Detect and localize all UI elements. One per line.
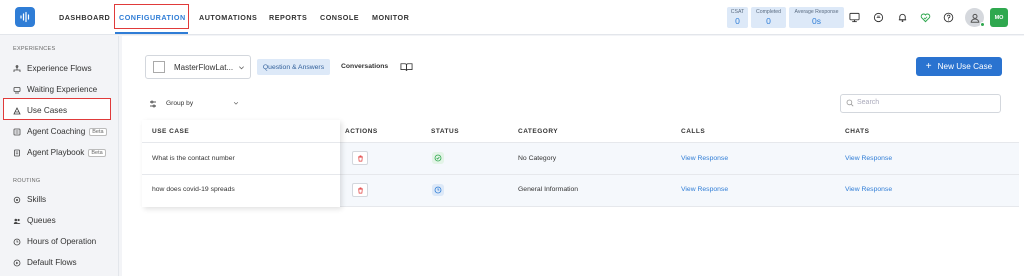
filter-sliders-icon: [150, 100, 156, 108]
new-use-case-button[interactable]: + New Use Case: [916, 57, 1002, 76]
stat-average-response: Average Response 0s: [789, 7, 844, 28]
stat-label: Completed: [755, 9, 782, 15]
skills-icon: [13, 196, 21, 203]
sidebar-item-label: Use Cases: [27, 106, 68, 115]
stat-label: Average Response: [794, 9, 839, 15]
trash-icon: [357, 155, 363, 161]
column-header-use-case[interactable]: USE CASE: [152, 128, 189, 135]
status-scheduled-badge: [432, 184, 444, 196]
table-row-use-case[interactable]: how does covid-19 spreads: [152, 186, 235, 193]
stat-label: CSAT: [730, 9, 745, 15]
sidebar-item-default-flows[interactable]: Default Flows: [13, 258, 77, 267]
nav-reports[interactable]: REPORTS: [269, 13, 307, 22]
trash-icon: [357, 187, 363, 193]
sidebar-item-agent-playbook[interactable]: Agent Playbook Beta: [13, 148, 106, 157]
waveform-icon: [20, 11, 30, 23]
queues-icon: [13, 218, 21, 224]
waiting-icon: [13, 86, 21, 93]
chevron-down-icon: [233, 102, 239, 105]
table-divider: [142, 142, 340, 143]
tab-question-answers[interactable]: Question & Answers: [257, 59, 330, 75]
flow-select-value: MasterFlowLat...: [174, 62, 234, 72]
sidebar-item-label: Agent Playbook: [27, 148, 85, 157]
table-row-category: No Category: [518, 155, 557, 162]
chevron-down-icon: [239, 66, 244, 70]
chats-view-response-link[interactable]: View Response: [845, 155, 892, 162]
flow-image-placeholder: [153, 61, 165, 73]
heart-shield-icon[interactable]: [920, 12, 931, 23]
table-divider: [142, 174, 340, 175]
bell-icon[interactable]: [897, 12, 908, 23]
sidebar-item-label: Skills: [27, 195, 47, 204]
table-row-category: General Information: [518, 186, 579, 193]
column-header-actions: ACTIONS: [345, 128, 378, 135]
column-header-status: STATUS: [431, 128, 460, 135]
group-by-dropdown[interactable]: [142, 94, 246, 114]
new-use-case-label: New Use Case: [937, 62, 993, 71]
online-status-dot: [980, 22, 985, 27]
app-logo[interactable]: [15, 7, 35, 27]
stat-completed: Completed 0: [751, 7, 786, 28]
search-placeholder: Search: [857, 99, 880, 106]
nav-highlight-box: [114, 4, 189, 29]
stat-csat: CSAT 0: [727, 7, 748, 28]
sidebar-item-label: Default Flows: [27, 258, 77, 267]
search-icon: [846, 99, 854, 107]
table-row-use-case[interactable]: What is the contact number: [152, 155, 235, 162]
chats-view-response-link[interactable]: View Response: [845, 186, 892, 193]
sidebar-section-experiences: EXPERIENCES: [13, 46, 56, 52]
sidebar-item-label: Queues: [27, 216, 56, 225]
user-initials-badge[interactable]: MO: [990, 8, 1008, 27]
column-header-category: CATEGORY: [518, 128, 559, 135]
playbook-icon: [14, 149, 20, 156]
nav-automations[interactable]: AUTOMATIONS: [199, 13, 257, 22]
help-icon[interactable]: [943, 12, 954, 23]
top-navbar: DASHBOARD CONFIGURATION AUTOMATIONS REPO…: [0, 0, 1024, 35]
sidebar-item-experience-flows[interactable]: Experience Flows: [13, 64, 92, 73]
default-flows-icon: [13, 259, 21, 266]
group-by-label: Group by: [166, 100, 194, 107]
user-icon: [970, 13, 979, 23]
stat-value: 0: [766, 16, 771, 26]
monitor-icon[interactable]: [849, 12, 860, 23]
column-header-chats: CHATS: [845, 128, 870, 135]
sidebar-item-label: Hours of Operation: [27, 237, 97, 246]
sidebar-item-use-cases[interactable]: Use Cases: [13, 106, 67, 115]
nav-monitor[interactable]: MONITOR: [372, 13, 409, 22]
calls-view-response-link[interactable]: View Response: [681, 155, 728, 162]
use-case-icon: [13, 106, 21, 114]
nav-dashboard[interactable]: DASHBOARD: [59, 13, 110, 22]
active-tab-underline: [115, 32, 188, 34]
sidebar-item-label: Experience Flows: [27, 64, 92, 73]
coaching-icon: [13, 128, 21, 135]
sidebar-item-agent-coaching[interactable]: Agent Coaching Beta: [13, 127, 107, 136]
plus-icon: +: [925, 61, 932, 72]
sidebar-item-hours-of-operation[interactable]: Hours of Operation: [13, 237, 96, 246]
delete-button[interactable]: [352, 151, 368, 165]
sidebar-item-label: Agent Coaching: [27, 127, 86, 136]
delete-button[interactable]: [352, 183, 368, 197]
sidebar-section-routing: ROUTING: [13, 178, 41, 184]
book-icon[interactable]: [400, 62, 413, 72]
nav-console[interactable]: CONSOLE: [320, 13, 359, 22]
sidebar-item-queues[interactable]: Queues: [13, 216, 56, 225]
calls-view-response-link[interactable]: View Response: [681, 186, 728, 193]
flow-icon: [13, 64, 21, 72]
beta-badge: Beta: [89, 127, 107, 136]
check-circle-icon: [434, 154, 442, 162]
stat-value: 0: [735, 16, 740, 26]
beta-badge: Beta: [88, 148, 106, 157]
stat-value: 0s: [812, 16, 821, 26]
sidebar-item-skills[interactable]: Skills: [13, 195, 46, 204]
clock-icon: [13, 238, 21, 245]
chat-icon[interactable]: [873, 12, 884, 23]
column-header-calls: CALLS: [681, 128, 706, 135]
sidebar-item-waiting-experience[interactable]: Waiting Experience: [13, 85, 97, 94]
clock-icon: [434, 186, 442, 194]
status-active-badge: [432, 152, 444, 164]
flow-select-dropdown[interactable]: MasterFlowLat...: [145, 55, 251, 79]
sidebar-item-label: Waiting Experience: [27, 85, 98, 94]
tab-conversations[interactable]: Conversations: [341, 63, 388, 70]
